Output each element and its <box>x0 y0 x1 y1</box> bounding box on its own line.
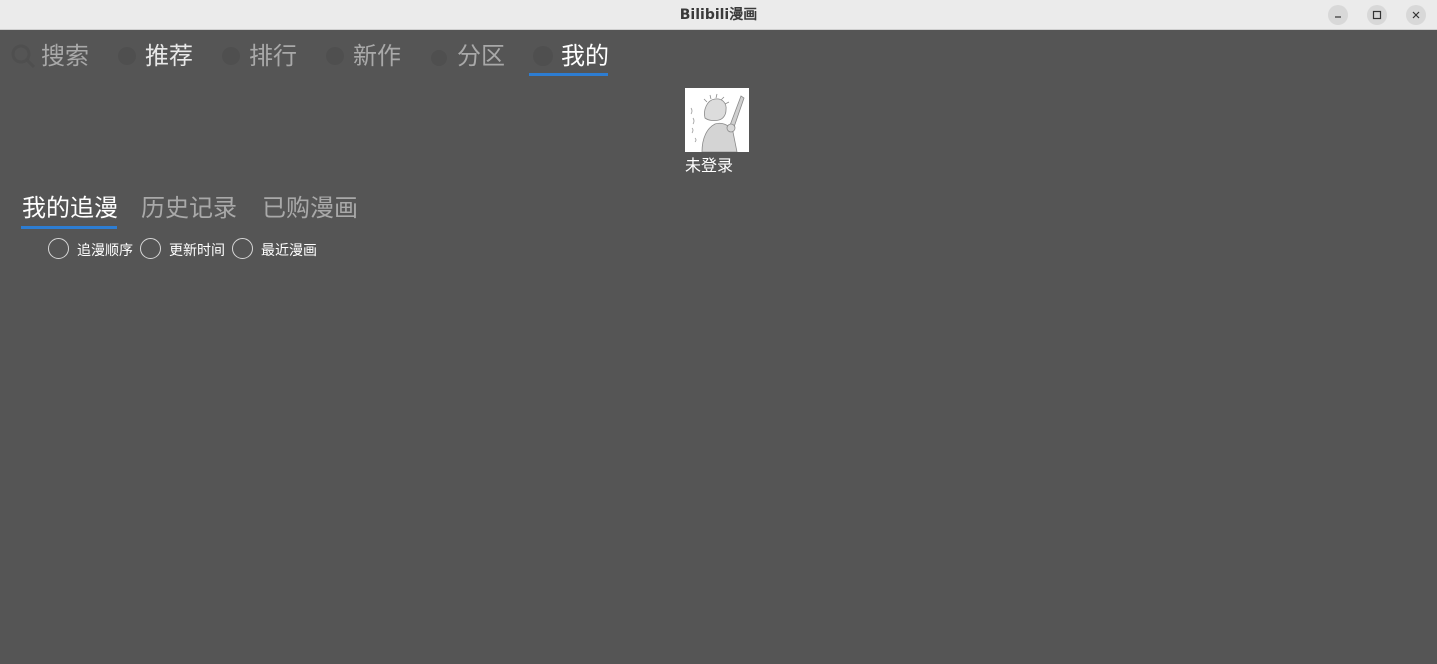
tab-search-label: 搜索 <box>41 42 89 70</box>
close-icon <box>1412 11 1420 19</box>
tab-category[interactable]: 分区 <box>424 36 514 76</box>
app-content: 搜索 推荐 排行 新作 分区 我的 未登录 我的追漫 历史记录 已购漫画 追漫顺… <box>0 30 1437 664</box>
window-titlebar: Bilibili漫画 <box>0 0 1437 30</box>
tab-search[interactable]: 搜索 <box>8 36 98 76</box>
user-icon <box>533 46 553 66</box>
sort-update-time-radio[interactable] <box>140 238 161 259</box>
tab-recommend-label: 推荐 <box>145 42 193 70</box>
sort-recent-label[interactable]: 最近漫画 <box>261 241 317 261</box>
tab-mine[interactable]: 我的 <box>528 36 618 76</box>
active-tab-indicator <box>529 73 608 76</box>
avatar-image <box>685 88 749 152</box>
sort-update-time-label[interactable]: 更新时间 <box>169 241 225 261</box>
window-title: Bilibili漫画 <box>679 7 758 23</box>
avatar[interactable] <box>685 88 749 152</box>
tab-new[interactable]: 新作 <box>320 36 410 76</box>
sort-follow-order-label[interactable]: 追漫顺序 <box>77 241 133 261</box>
tab-mine-label: 我的 <box>561 42 609 70</box>
maximize-icon <box>1372 10 1382 20</box>
tab-category-label: 分区 <box>457 42 505 70</box>
tab-ranking-label: 排行 <box>249 42 297 70</box>
tab-ranking[interactable]: 排行 <box>216 36 306 76</box>
tab-new-label: 新作 <box>353 42 401 70</box>
ranking-icon <box>222 47 240 65</box>
tab-following[interactable]: 我的追漫 <box>22 188 118 228</box>
category-icon <box>431 50 447 66</box>
library-tabs: 我的追漫 历史记录 已购漫画 <box>0 188 420 232</box>
profile-section: 未登录 <box>685 88 755 177</box>
close-button[interactable] <box>1406 5 1426 25</box>
tab-history[interactable]: 历史记录 <box>141 188 237 228</box>
maximize-button[interactable] <box>1367 5 1387 25</box>
tab-recommend[interactable]: 推荐 <box>112 36 202 76</box>
minimize-icon <box>1335 16 1341 18</box>
minimize-button[interactable] <box>1328 5 1348 25</box>
sort-follow-order-radio[interactable] <box>48 238 69 259</box>
search-icon <box>11 44 36 69</box>
login-status[interactable]: 未登录 <box>685 155 755 177</box>
main-nav-tabs: 搜索 推荐 排行 新作 分区 我的 <box>0 30 700 80</box>
tab-purchased[interactable]: 已购漫画 <box>262 188 358 228</box>
library-tab-indicator <box>21 226 117 229</box>
sort-recent-radio[interactable] <box>232 238 253 259</box>
sort-options: 追漫顺序 更新时间 最近漫画 <box>48 238 448 264</box>
recommend-icon <box>118 47 136 65</box>
new-icon <box>326 47 344 65</box>
